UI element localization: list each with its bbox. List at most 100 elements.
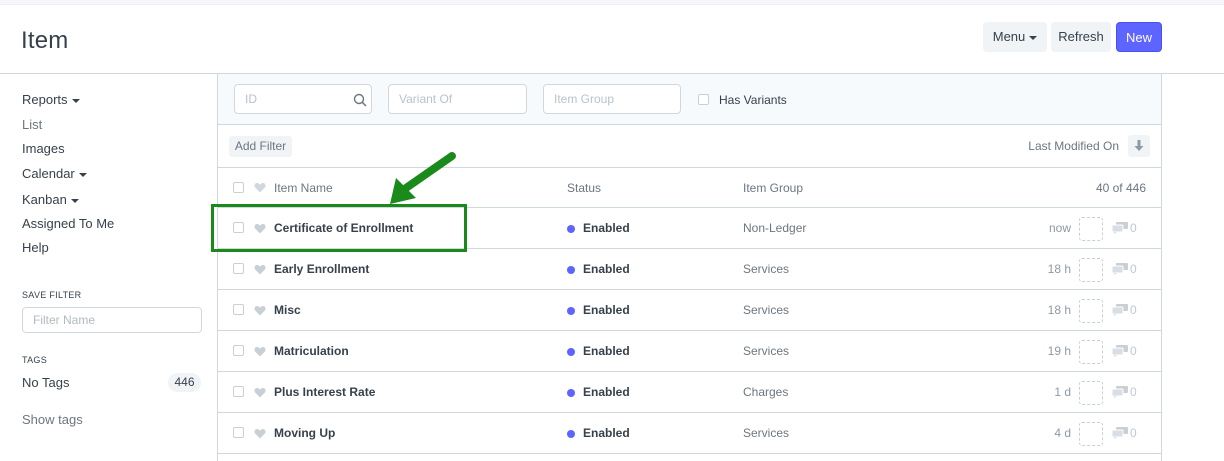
comment-count: 0 bbox=[1130, 221, 1137, 235]
sort-order-button[interactable] bbox=[1128, 135, 1150, 157]
item-name-link[interactable]: Matriculation bbox=[274, 344, 349, 358]
row-checkbox[interactable] bbox=[233, 386, 244, 397]
status-indicator-dot bbox=[567, 225, 575, 233]
row-checkbox[interactable] bbox=[233, 304, 244, 315]
comment-icon bbox=[1112, 386, 1128, 398]
arrow-down-icon bbox=[1134, 140, 1144, 151]
modified-time: 18 h bbox=[1047, 303, 1071, 317]
modified-time: 18 h bbox=[1047, 262, 1071, 276]
menu-button-label: Menu bbox=[992, 29, 1026, 44]
assignee-avatar-placeholder[interactable] bbox=[1079, 340, 1103, 364]
item-group-value: Charges bbox=[743, 385, 789, 399]
list-row[interactable]: Early Enrollment Enabled Services 18 h 0 bbox=[218, 249, 1161, 290]
sidebar-item-images[interactable]: Images bbox=[22, 141, 65, 156]
comment-icon bbox=[1112, 304, 1128, 316]
comment-count: 0 bbox=[1130, 385, 1137, 399]
annotation-arrow-icon bbox=[390, 152, 456, 204]
has-variants-checkbox[interactable] bbox=[698, 94, 709, 105]
heart-icon[interactable] bbox=[254, 264, 266, 275]
assignee-avatar-placeholder[interactable] bbox=[1079, 217, 1103, 241]
heart-icon bbox=[254, 182, 266, 193]
sidebar-item-help[interactable]: Help bbox=[22, 240, 49, 255]
modified-time: now bbox=[1048, 221, 1071, 235]
assignee-avatar-placeholder[interactable] bbox=[1079, 299, 1103, 323]
tags-heading: TAGS bbox=[22, 355, 48, 365]
select-all-checkbox[interactable] bbox=[233, 182, 244, 193]
sidebar-item-label: Kanban bbox=[22, 192, 67, 207]
heart-icon[interactable] bbox=[254, 346, 266, 357]
filter-name-input[interactable] bbox=[22, 307, 202, 333]
refresh-button[interactable]: Refresh bbox=[1051, 22, 1111, 52]
column-header-item-name[interactable]: Item Name bbox=[274, 181, 333, 195]
assignee-avatar-placeholder[interactable] bbox=[1079, 381, 1103, 405]
caret-down-icon bbox=[70, 198, 79, 203]
add-filter-button[interactable]: Add Filter bbox=[229, 136, 292, 157]
id-filter-input[interactable] bbox=[234, 84, 372, 114]
item-group-value: Services bbox=[743, 344, 790, 358]
list-row[interactable]: Misc Enabled Services 18 h 0 bbox=[218, 290, 1161, 331]
sidebar-item-calendar[interactable]: Calendar bbox=[22, 166, 87, 181]
assignee-avatar-placeholder[interactable] bbox=[1079, 422, 1103, 446]
item-group-value: Services bbox=[743, 426, 790, 440]
has-variants-label: Has Variants bbox=[719, 93, 787, 107]
modified-time: 19 h bbox=[1047, 344, 1071, 358]
top-strip bbox=[0, 0, 1224, 5]
list-panel: Has Variants Add Filter Last Modified On… bbox=[217, 74, 1162, 461]
save-filter-heading: SAVE FILTER bbox=[22, 290, 82, 300]
tag-count-badge: 446 bbox=[168, 373, 201, 392]
comment-icon bbox=[1112, 427, 1128, 439]
sidebar-item-kanban[interactable]: Kanban bbox=[22, 192, 79, 207]
status-label: Enabled bbox=[583, 344, 630, 358]
row-checkbox[interactable] bbox=[233, 427, 244, 438]
list-row[interactable]: Matriculation Enabled Services 19 h 0 bbox=[218, 331, 1161, 372]
heart-icon[interactable] bbox=[254, 428, 266, 439]
filter-bar: Has Variants bbox=[218, 74, 1161, 125]
search-icon bbox=[353, 93, 367, 107]
list-row[interactable]: Plus Interest Rate Enabled Charges 1 d 0 bbox=[218, 372, 1161, 413]
new-button[interactable]: New bbox=[1116, 22, 1162, 52]
menu-button[interactable]: Menu bbox=[983, 22, 1047, 52]
heart-icon[interactable] bbox=[254, 305, 266, 316]
show-tags-link[interactable]: Show tags bbox=[22, 412, 83, 427]
column-header-status: Status bbox=[567, 181, 602, 195]
comment-count: 0 bbox=[1130, 426, 1137, 440]
no-tags-item[interactable]: No Tags bbox=[22, 375, 69, 390]
sidebar-item-label: Calendar bbox=[22, 166, 75, 181]
row-checkbox[interactable] bbox=[233, 263, 244, 274]
variant-of-filter-input[interactable] bbox=[388, 84, 527, 114]
sidebar-item-reports[interactable]: Reports bbox=[22, 92, 80, 107]
status-label: Enabled bbox=[583, 426, 630, 440]
sidebar-item-list[interactable]: List bbox=[22, 117, 42, 132]
status-label: Enabled bbox=[583, 221, 630, 235]
caret-down-icon bbox=[71, 98, 80, 103]
annotation-highlight-box bbox=[211, 204, 467, 252]
caret-down-icon bbox=[78, 172, 87, 177]
column-header-item-group: Item Group bbox=[743, 181, 804, 195]
page-title: Item bbox=[21, 27, 69, 54]
assignee-avatar-placeholder[interactable] bbox=[1079, 258, 1103, 282]
comment-icon bbox=[1112, 263, 1128, 275]
item-group-value: Services bbox=[743, 303, 790, 317]
comment-icon bbox=[1112, 345, 1128, 357]
item-name-link[interactable]: Early Enrollment bbox=[274, 262, 369, 276]
sidebar-item-label: Reports bbox=[22, 92, 68, 107]
modified-time: 1 d bbox=[1054, 385, 1071, 399]
item-name-link[interactable]: Plus Interest Rate bbox=[274, 385, 375, 399]
status-indicator-dot bbox=[567, 307, 575, 315]
item-name-link[interactable]: Misc bbox=[274, 303, 301, 317]
list-row[interactable]: Moving Up Enabled Services 4 d 0 bbox=[218, 413, 1161, 454]
sort-by-selector[interactable]: Last Modified On bbox=[1028, 139, 1119, 153]
filter-sort-bar: Add Filter Last Modified On bbox=[218, 125, 1161, 168]
status-indicator-dot bbox=[567, 389, 575, 397]
status-indicator-dot bbox=[567, 266, 575, 274]
item-group-filter-input[interactable] bbox=[543, 84, 681, 114]
item-name-link[interactable]: Moving Up bbox=[274, 426, 335, 440]
status-indicator-dot bbox=[567, 430, 575, 438]
comment-icon bbox=[1112, 222, 1128, 234]
modified-time: 4 d bbox=[1054, 426, 1071, 440]
list-header: Item Name Status Item Group 40 of 446 bbox=[218, 168, 1161, 208]
row-checkbox[interactable] bbox=[233, 345, 244, 356]
status-label: Enabled bbox=[583, 385, 630, 399]
heart-icon[interactable] bbox=[254, 387, 266, 398]
sidebar-item-assigned-to-me[interactable]: Assigned To Me bbox=[22, 216, 114, 231]
